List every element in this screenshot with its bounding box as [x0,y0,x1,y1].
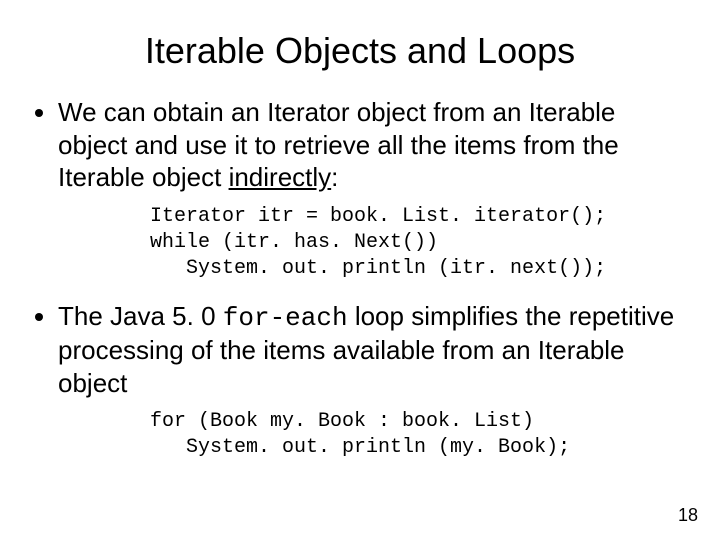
bullet-2: The Java 5. 0 for-each loop simplifies t… [58,300,690,400]
bullet-1-underline: indirectly [229,162,332,192]
bullet-2-pre: The Java 5. 0 [58,301,223,331]
code-block-2: for (Book my. Book : book. List) System.… [150,409,690,461]
page-number: 18 [678,505,698,526]
bullet-2-mono: for-each [223,303,348,333]
bullet-1: We can obtain an Iterator object from an… [58,96,690,194]
bullet-list: We can obtain an Iterator object from an… [30,96,690,194]
code-block-1: Iterator itr = book. List. iterator(); w… [150,204,690,282]
slide: Iterable Objects and Loops We can obtain… [0,0,720,540]
bullet-list-2: The Java 5. 0 for-each loop simplifies t… [30,300,690,400]
bullet-1-post: : [331,162,338,192]
slide-title: Iterable Objects and Loops [30,30,690,72]
